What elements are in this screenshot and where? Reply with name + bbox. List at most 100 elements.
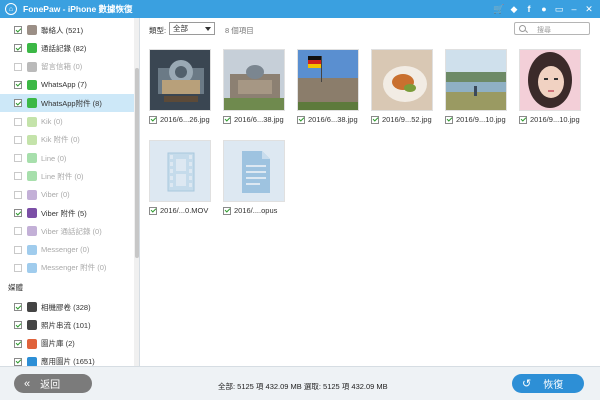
sidebar-item-0[interactable]: 聯絡人 (521) — [0, 21, 134, 39]
checkbox[interactable] — [371, 115, 379, 124]
sidebar-item-11[interactable]: Viber 通話記錄 (0) — [0, 222, 134, 240]
checkbox[interactable] — [14, 135, 22, 144]
search-placeholder: 搜尋 — [537, 27, 551, 34]
sidebar-item-2[interactable]: 留言信箱 (0) — [0, 58, 134, 76]
file-tile[interactable]: 2016/6...26.jpg — [149, 49, 211, 124]
file-thumbnail[interactable] — [445, 49, 507, 111]
checkbox[interactable] — [14, 209, 22, 217]
file-caption: 2016/9...10.jpg — [445, 115, 507, 124]
file-thumbnail[interactable] — [223, 49, 285, 111]
sidebar-item-7[interactable]: Line (0) — [0, 149, 134, 167]
viber-call-icon — [27, 226, 37, 237]
file-tile[interactable]: 2016/6...38.jpg — [297, 49, 359, 124]
sidebar-item-10[interactable]: Viber 附件 (5) — [0, 204, 134, 222]
close-icon[interactable]: ✕ — [582, 2, 596, 16]
checkbox[interactable] — [149, 115, 157, 124]
checkbox[interactable] — [14, 263, 22, 272]
checkbox[interactable] — [14, 339, 22, 348]
sidebar-media-item-0[interactable]: 相機膠卷 (328) — [0, 298, 134, 316]
sidebar-item-label: Line (0) — [41, 153, 67, 163]
sidebar-item-label: Viber 附件 (5) — [41, 208, 87, 218]
app-photos-icon — [27, 356, 37, 366]
recover-button[interactable]: ↺ 恢復 — [512, 374, 584, 393]
sidebar-media-item-1[interactable]: 照片串流 (101) — [0, 316, 134, 334]
checkbox[interactable] — [14, 190, 22, 199]
selection-status: 全部: 5125 項 432.09 MB 選取: 5125 項 432.09 M… — [218, 382, 388, 391]
file-tile[interactable]: 2016/....opus — [223, 140, 285, 215]
sidebar-item-label: Viber (0) — [41, 190, 70, 200]
sidebar-item-8[interactable]: Line 附件 (0) — [0, 167, 134, 185]
checkbox[interactable] — [297, 115, 305, 124]
checkbox[interactable] — [14, 245, 22, 254]
file-tile[interactable]: 2016/9...52.jpg — [371, 49, 433, 124]
search-input[interactable]: 搜尋 — [514, 22, 590, 35]
file-caption: 2016/6...38.jpg — [297, 115, 359, 124]
sidebar-item-label: Line 附件 (0) — [41, 171, 84, 181]
checkbox[interactable] — [223, 115, 231, 124]
facebook-icon[interactable]: f — [522, 2, 536, 16]
file-name: 2016/...0.MOV — [160, 206, 209, 215]
file-name: 2016/6...38.jpg — [308, 115, 358, 124]
video-file-icon[interactable] — [149, 140, 211, 202]
file-caption: 2016/9...52.jpg — [371, 115, 433, 124]
checkbox[interactable] — [445, 115, 453, 124]
file-tile[interactable]: 2016/9...10.jpg — [519, 49, 581, 124]
checkbox[interactable] — [14, 62, 22, 71]
checkbox[interactable] — [519, 115, 527, 124]
checkbox[interactable] — [14, 80, 22, 89]
toolbar: 類型: 全部 8 個項目 搜尋 — [141, 18, 600, 40]
sidebar-item-1[interactable]: 通話記錄 (82) — [0, 39, 134, 57]
file-thumbnail[interactable] — [519, 49, 581, 111]
sidebar-item-4[interactable]: WhatsApp附件 (8) — [0, 94, 134, 113]
checkbox[interactable] — [14, 227, 22, 236]
diamond-icon[interactable]: ◆ — [507, 2, 521, 16]
checkbox[interactable] — [14, 357, 22, 366]
checkbox[interactable] — [223, 206, 231, 215]
voicemail-icon — [27, 61, 37, 72]
cart-icon[interactable]: 🛒 — [492, 2, 506, 16]
file-name: 2016/6...26.jpg — [160, 115, 210, 124]
checkbox[interactable] — [14, 26, 22, 34]
file-thumbnail[interactable] — [149, 49, 211, 111]
checkbox[interactable] — [14, 44, 22, 53]
sidebar-item-13[interactable]: Messenger 附件 (0) — [0, 259, 134, 277]
file-thumbnail[interactable] — [297, 49, 359, 111]
feedback-icon[interactable]: ● — [537, 2, 551, 16]
checkbox[interactable] — [149, 206, 157, 215]
back-button[interactable]: « 返回 — [14, 374, 92, 393]
file-name: 2016/6...38.jpg — [234, 115, 284, 124]
sidebar-item-5[interactable]: Kik (0) — [0, 113, 134, 131]
camera-roll-icon — [27, 302, 37, 312]
sidebar-item-label: Viber 通話記錄 (0) — [41, 226, 102, 236]
window-title: FonePaw - iPhone 數據恢復 — [23, 4, 133, 14]
checkbox[interactable] — [14, 321, 22, 330]
file-thumbnail[interactable] — [371, 49, 433, 111]
viber-icon — [27, 189, 37, 200]
document-file-icon[interactable] — [223, 140, 285, 202]
search-icon — [519, 25, 526, 32]
menu-icon[interactable]: ▭ — [552, 2, 566, 16]
file-tile[interactable]: 2016/...0.MOV — [149, 140, 211, 215]
sidebar-item-9[interactable]: Viber (0) — [0, 186, 134, 204]
file-browser: 類型: 全部 8 個項目 搜尋 2016/6...26.jpg 2016/6...… — [141, 18, 600, 366]
sidebar-item-3[interactable]: WhatsApp (7) — [0, 76, 134, 94]
file-tile[interactable]: 2016/9...10.jpg — [445, 49, 507, 124]
file-name: 2016/9...52.jpg — [382, 115, 432, 124]
sidebar-item-label: 照片串流 (101) — [41, 320, 91, 330]
sidebar-item-12[interactable]: Messenger (0) — [0, 241, 134, 259]
checkbox[interactable] — [14, 172, 22, 181]
checkbox[interactable] — [14, 154, 22, 163]
sidebar-media-item-2[interactable]: 圖片庫 (2) — [0, 335, 134, 353]
checkbox[interactable] — [14, 303, 22, 311]
checkbox[interactable] — [14, 117, 22, 126]
sidebar-scroll-thumb[interactable] — [135, 68, 139, 258]
file-tile[interactable]: 2016/6...38.jpg — [223, 49, 285, 124]
sidebar-item-label: 應用圖片 (1651) — [41, 357, 95, 366]
minimize-icon[interactable]: – — [567, 2, 581, 16]
viber-attachment-icon — [27, 208, 37, 218]
sidebar-item-6[interactable]: Kik 附件 (0) — [0, 131, 134, 149]
type-select[interactable]: 全部 — [169, 22, 215, 35]
sidebar-media-item-3[interactable]: 應用圖片 (1651) — [0, 353, 134, 366]
checkbox[interactable] — [14, 99, 22, 108]
type-select-value: 全部 — [173, 24, 188, 33]
